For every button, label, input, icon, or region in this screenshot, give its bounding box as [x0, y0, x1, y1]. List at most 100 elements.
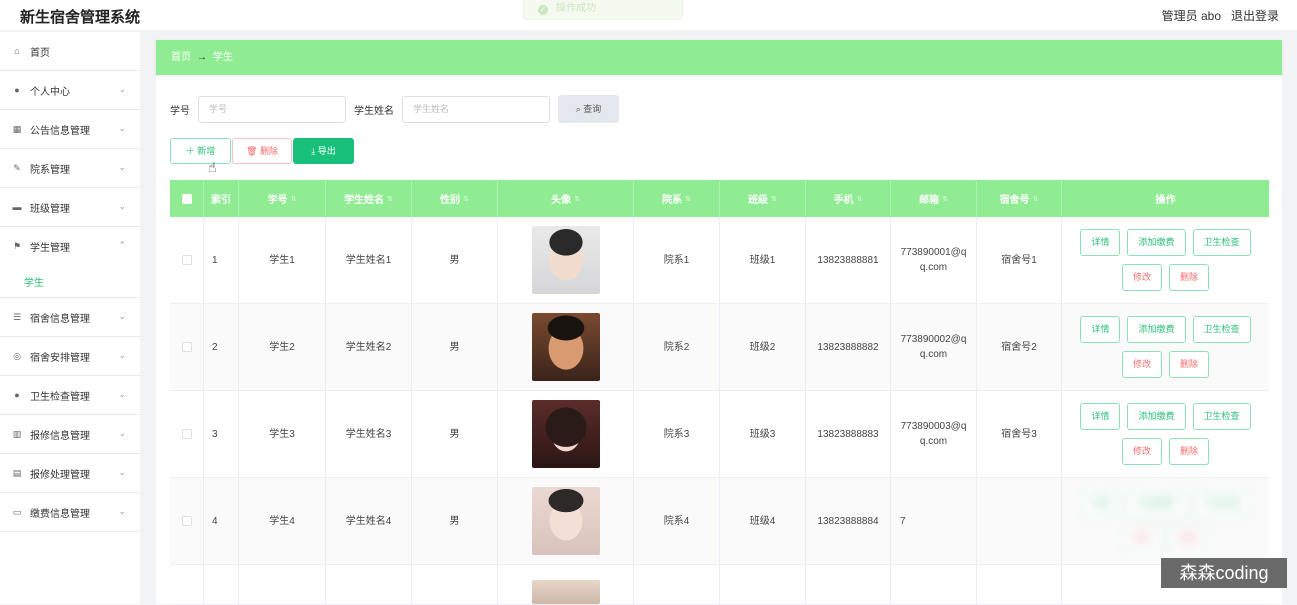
cell-operations: 详情 添加缴费 卫生检查 修改 删除 — [1062, 391, 1269, 477]
sidebar-item-repair-info[interactable]: ▥ 报修信息管理 ⌄ — [0, 415, 140, 454]
avatar-photo[interactable] — [531, 226, 600, 294]
sidebar-item-classes[interactable]: ▬ 班级管理 ⌄ — [0, 188, 140, 227]
cell-gender: 男 — [412, 478, 498, 564]
sidebar-item-notices[interactable]: ▦ 公告信息管理 ⌄ — [0, 110, 140, 149]
sort-icon[interactable]: ⇅ — [771, 195, 777, 203]
row-checkbox[interactable] — [181, 342, 192, 352]
sidebar-item-payments[interactable]: ▭ 缴费信息管理 ⌄ — [0, 493, 140, 532]
sort-icon[interactable]: ⇅ — [574, 195, 580, 203]
student-id-input[interactable]: 学号 — [198, 95, 346, 123]
cell-phone: 13823888884 — [806, 478, 891, 564]
cell-department: 院系2 — [634, 304, 720, 390]
add-button[interactable]: ＋ 新增 — [170, 138, 231, 164]
cell-student-id: 学生1 — [239, 217, 326, 303]
sort-icon[interactable]: ⇅ — [942, 195, 948, 203]
sidebar-item-label: 报修处理管理 — [30, 469, 90, 481]
column-header-index[interactable]: 索引 — [204, 180, 239, 217]
column-header-avatar[interactable]: 头像 ⇅ — [498, 180, 634, 217]
email-line: 773890001@q — [900, 247, 967, 258]
detail-button[interactable]: 详情 — [1080, 316, 1121, 343]
add-payment-button[interactable]: 添加缴费 — [1127, 316, 1186, 343]
add-payment-button[interactable]: 添加缴费 — [1127, 403, 1186, 430]
remove-button[interactable]: 删除 — [1169, 264, 1210, 291]
column-header-department[interactable]: 院系 ⇅ — [634, 180, 720, 217]
sidebar-subitem-student[interactable]: 学生 — [0, 266, 140, 298]
column-header-label: 院系 — [662, 195, 683, 206]
sidebar-item-profile[interactable]: ● 个人中心 ⌄ — [0, 71, 140, 110]
row-checkbox[interactable] — [181, 429, 192, 439]
student-name-input[interactable]: 学生姓名 — [402, 95, 550, 123]
detail-button[interactable]: 详情 — [1080, 490, 1121, 517]
sort-icon[interactable]: ⇅ — [1033, 195, 1039, 203]
cell-dorm: 宿舍号3 — [977, 391, 1062, 477]
remove-button[interactable]: 删除 — [1169, 351, 1210, 378]
logout-link[interactable]: 退出登录 — [1231, 7, 1279, 24]
hygiene-check-button[interactable]: 卫生检查 — [1192, 403, 1251, 430]
remove-button[interactable]: 删除 — [1169, 438, 1210, 465]
column-header-class[interactable]: 班级 ⇅ — [720, 180, 806, 217]
cell-avatar — [498, 217, 634, 303]
avatar-photo[interactable] — [531, 400, 600, 468]
column-header-label: 邮箱 — [919, 195, 940, 206]
avatar-photo[interactable] — [531, 313, 600, 381]
sidebar-item-label: 个人中心 — [30, 86, 70, 98]
sort-icon[interactable]: ⇅ — [387, 195, 393, 203]
column-header-gender[interactable]: 性别 ⇅ — [412, 180, 498, 217]
edit-button[interactable]: 修改 — [1121, 351, 1162, 378]
column-header-dorm[interactable]: 宿舍号 ⇅ — [977, 180, 1062, 217]
export-button[interactable]: ⤓ 导出 — [293, 138, 354, 164]
column-header-student-name[interactable]: 学生姓名 ⇅ — [326, 180, 412, 217]
cell-class — [720, 565, 806, 604]
hygiene-check-button[interactable]: 卫生检查 — [1192, 490, 1251, 517]
cell-avatar — [498, 304, 634, 390]
add-payment-button[interactable]: 添加缴费 — [1127, 490, 1186, 517]
edit-button[interactable]: 修改 — [1121, 525, 1162, 552]
column-header-student-id[interactable]: 学号 ⇅ — [239, 180, 326, 217]
select-all-checkbox[interactable] — [181, 193, 192, 204]
breadcrumb-home[interactable]: 首页 — [171, 52, 191, 63]
column-header-operations: 操作 — [1062, 180, 1269, 217]
search-button[interactable]: ⌕ 查询 — [558, 95, 619, 123]
delete-button[interactable]: 🗑 删除 — [232, 138, 292, 164]
sidebar-item-label: 宿舍信息管理 — [30, 313, 90, 325]
sort-icon[interactable]: ⇅ — [857, 195, 863, 203]
column-header-label: 宿舍号 — [999, 195, 1030, 206]
sidebar-item-label: 宿舍安排管理 — [30, 352, 90, 364]
column-header-label: 性别 — [440, 195, 461, 206]
edit-button[interactable]: 修改 — [1121, 438, 1162, 465]
hygiene-check-button[interactable]: 卫生检查 — [1192, 229, 1251, 256]
list-icon: ☰ — [12, 311, 22, 322]
avatar-photo[interactable] — [531, 580, 600, 604]
hygiene-check-button[interactable]: 卫生检查 — [1192, 316, 1251, 343]
detail-button[interactable]: 详情 — [1080, 403, 1121, 430]
detail-button[interactable]: 详情 — [1080, 229, 1121, 256]
sort-icon[interactable]: ⇅ — [685, 195, 691, 203]
avatar-photo[interactable] — [531, 487, 600, 555]
cell-gender: 男 — [412, 217, 498, 303]
sidebar-item-departments[interactable]: ✎ 院系管理 ⌄ — [0, 149, 140, 188]
add-payment-button[interactable]: 添加缴费 — [1127, 229, 1186, 256]
chevron-down-icon: ⌄ — [118, 162, 126, 172]
row-checkbox[interactable] — [181, 516, 192, 526]
cell-dorm — [977, 565, 1062, 604]
edit-button[interactable]: 修改 — [1121, 264, 1162, 291]
column-header-label: 手机 — [833, 195, 854, 206]
student-name-label: 学生姓名 — [354, 105, 394, 117]
sidebar-item-students[interactable]: ⚑ 学生管理 ⌃ — [0, 227, 140, 266]
export-button-label: 导出 — [317, 146, 336, 156]
cell-gender — [412, 565, 498, 604]
sidebar-item-dorm-assign[interactable]: ◎ 宿舍安排管理 ⌄ — [0, 337, 140, 376]
remove-button[interactable]: 删除 — [1169, 525, 1210, 552]
column-header-email[interactable]: 邮箱 ⇅ — [891, 180, 977, 217]
chevron-up-icon: ⌃ — [118, 240, 126, 250]
sidebar-item-repair-handle[interactable]: ▤ 报修处理管理 ⌄ — [0, 454, 140, 493]
row-checkbox[interactable] — [181, 255, 192, 265]
sidebar-item-dorm-info[interactable]: ☰ 宿舍信息管理 ⌄ — [0, 298, 140, 337]
sidebar-item-hygiene[interactable]: ● 卫生检查管理 ⌄ — [0, 376, 140, 415]
sort-icon[interactable]: ⇅ — [463, 195, 469, 203]
home-icon: ⌂ — [14, 46, 20, 56]
sort-icon[interactable]: ⇅ — [291, 195, 297, 203]
sidebar-item-home[interactable]: ⌂ 首页 — [0, 32, 140, 71]
column-header-phone[interactable]: 手机 ⇅ — [806, 180, 891, 217]
toast-text: 操作成功 — [556, 3, 596, 14]
